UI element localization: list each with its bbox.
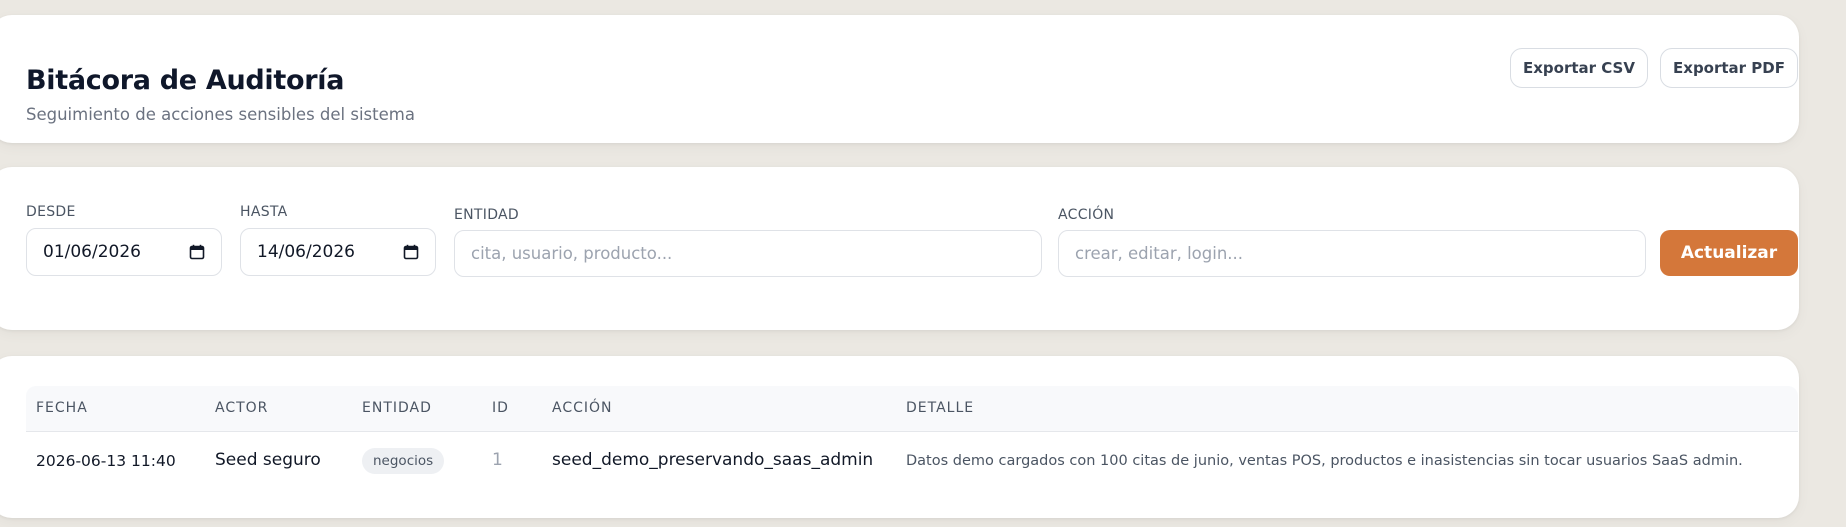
column-header-accion[interactable]: ACCIÓN [552,400,613,416]
cell-accion: seed_demo_preservando_saas_admin [552,450,874,470]
page-title: Bitácora de Auditoría [26,65,345,96]
filters-card: DESDE 01/06/2026 HASTA 14/06/2026 ENTIDA… [0,167,1799,330]
cell-detalle: Datos demo cargados con 100 citas de jun… [906,453,1743,469]
cell-actor: Seed seguro [215,450,321,470]
entity-badge: negocios [362,448,445,474]
audit-table-card: FECHA ACTOR ENTIDAD ID ACCIÓN DETALLE 20… [0,356,1799,518]
export-csv-button[interactable]: Exportar CSV [1510,48,1648,88]
desde-value: 01/06/2026 [43,242,141,262]
cell-fecha: 2026-06-13 11:40 [36,452,176,470]
calendar-icon[interactable] [403,244,419,260]
column-header-detalle[interactable]: DETALLE [906,400,974,416]
entidad-input[interactable]: cita, usuario, producto... [454,230,1042,277]
table-row[interactable]: 2026-06-13 11:40 Seed seguro negocios 1 … [26,432,1798,490]
desde-date-field[interactable]: 01/06/2026 [26,228,222,276]
cell-id: 1 [492,450,503,470]
calendar-icon[interactable] [189,244,205,260]
accion-placeholder: crear, editar, login... [1075,244,1244,263]
page-subtitle: Seguimiento de acciones sensibles del si… [26,105,415,124]
entidad-label: ENTIDAD [454,207,519,223]
hasta-value: 14/06/2026 [257,242,355,262]
accion-input[interactable]: crear, editar, login... [1058,230,1646,277]
export-pdf-button[interactable]: Exportar PDF [1660,48,1798,88]
table-header: FECHA ACTOR ENTIDAD ID ACCIÓN DETALLE [26,386,1798,432]
accion-label: ACCIÓN [1058,207,1115,223]
entidad-placeholder: cita, usuario, producto... [471,244,673,263]
hasta-date-field[interactable]: 14/06/2026 [240,228,436,276]
hasta-label: HASTA [240,204,288,220]
actualizar-button[interactable]: Actualizar [1660,230,1798,276]
column-header-fecha[interactable]: FECHA [36,400,88,416]
header-card: Bitácora de Auditoría Seguimiento de acc… [0,15,1799,143]
column-header-actor[interactable]: ACTOR [215,400,268,416]
column-header-entidad[interactable]: ENTIDAD [362,400,432,416]
desde-label: DESDE [26,204,76,220]
column-header-id[interactable]: ID [492,400,509,416]
audit-table: FECHA ACTOR ENTIDAD ID ACCIÓN DETALLE 20… [26,386,1798,490]
